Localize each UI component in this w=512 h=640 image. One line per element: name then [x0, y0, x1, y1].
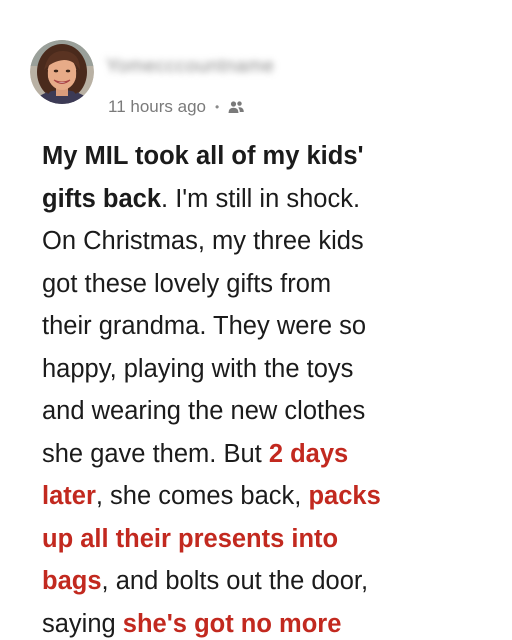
body-text: On Christmas, my three kids: [42, 227, 364, 255]
post-text-line: happy, playing with the toys: [42, 348, 502, 391]
post-body-text: My MIL took all of my kids' gifts back. I…: [42, 135, 502, 640]
post-text-line: up all their presents into: [42, 518, 502, 561]
post-meta: 11 hours ago •: [108, 95, 245, 119]
profile-photo: [30, 40, 94, 104]
body-text: and wearing the new clothes: [42, 397, 366, 425]
friends-icon[interactable]: [227, 100, 245, 114]
post-text-line: On Christmas, my three kids: [42, 220, 502, 263]
facebook-post: Yomecccountname 11 hours ago • My MIL to…: [0, 0, 512, 640]
body-text: happy, playing with the toys: [42, 354, 354, 383]
body-text: . I'm still in shock.: [161, 184, 361, 213]
highlighted-text: later: [42, 482, 96, 510]
avatar[interactable]: [30, 40, 94, 104]
highlighted-text: she's got no more: [122, 609, 342, 638]
highlighted-text: packs: [308, 482, 381, 510]
meta-separator: •: [214, 100, 220, 114]
highlighted-text: bags: [42, 567, 102, 595]
post-text-line: their grandma. They were so: [42, 305, 502, 348]
post-text-line: My MIL took all of my kids': [42, 135, 502, 178]
post-text-line: and wearing the new clothes: [42, 390, 502, 433]
body-text: , she comes back,: [95, 482, 309, 510]
body-text: their grandma. They were so: [42, 312, 367, 340]
body-text: she gave them. But: [42, 439, 269, 468]
post-text-line: saying she's got no more: [42, 603, 502, 640]
post-text-line: later, she comes back, packs: [42, 475, 502, 518]
post-text-line: got these lovely gifts from: [42, 263, 502, 306]
post-text-line: she gave them. But 2 days: [42, 433, 502, 476]
body-text: , and bolts out the door,: [101, 567, 369, 595]
highlighted-text: 2 days: [268, 439, 349, 468]
bold-text: gifts back: [42, 184, 162, 213]
highlighted-text: up all their presents into: [42, 524, 339, 553]
author-name[interactable]: Yomecccountname: [106, 56, 274, 78]
body-text: saying: [42, 609, 123, 638]
post-text-line: bags, and bolts out the door,: [42, 560, 502, 603]
body-text: got these lovely gifts from: [42, 269, 332, 298]
bold-text: My MIL took all of my kids': [42, 142, 364, 170]
timestamp[interactable]: 11 hours ago: [108, 97, 206, 117]
post-text-line: gifts back. I'm still in shock.: [42, 178, 502, 221]
